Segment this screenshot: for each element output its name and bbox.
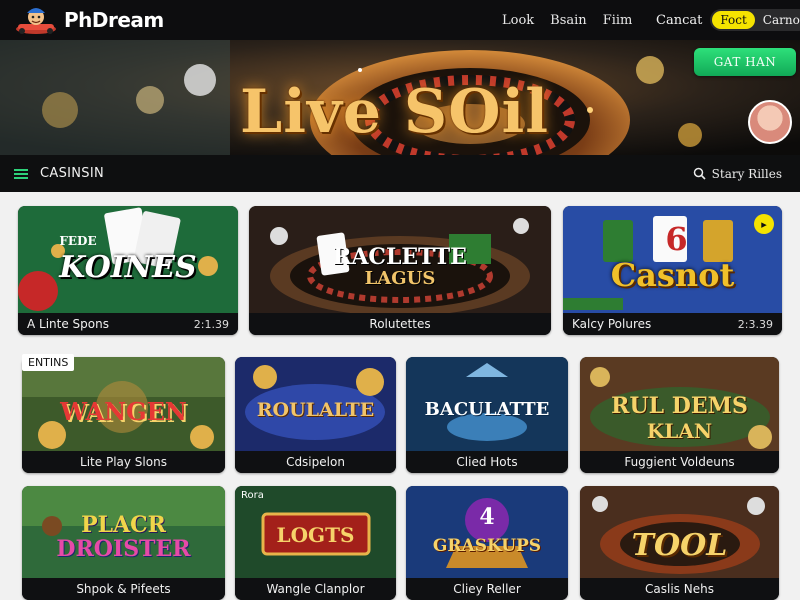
card-title: Wangle Clanplor xyxy=(266,582,365,596)
card-art-image xyxy=(406,486,568,578)
card-caption: Caslis Nehs xyxy=(580,578,779,600)
mascot-logo-icon xyxy=(16,8,56,34)
card-caption: Lite Play Slons xyxy=(22,451,225,473)
card-time: 2:3.39 xyxy=(737,317,773,331)
play-arrow-icon[interactable]: ▸ xyxy=(754,214,774,234)
card-caption: Cliey Reller xyxy=(406,578,568,600)
card-title: A Linte Spons xyxy=(27,317,109,331)
game-card[interactable]: BACULATTE Clied Hots xyxy=(406,357,568,473)
card-title: Caslis Nehs xyxy=(645,582,714,596)
search-icon xyxy=(693,167,706,180)
nav-link-fiim[interactable]: Fiim xyxy=(603,13,633,28)
hero-banner: Live SOil GAT HAN xyxy=(0,40,800,155)
brand-name: PhDream xyxy=(64,8,164,32)
card-art-title: TOOL xyxy=(631,528,728,563)
search-label: Stary Rilles xyxy=(711,166,782,181)
card-art-kicker: 4 xyxy=(479,504,495,530)
game-card[interactable]: Rora LOGTS Wangle Clanplor xyxy=(235,486,396,600)
card-caption: Cdsipelon xyxy=(235,451,396,473)
hero-title: Live SOil xyxy=(240,77,550,147)
user-avatar[interactable] xyxy=(748,100,792,144)
card-title: Kalcy Polures xyxy=(572,317,652,331)
category-bar: CASINSIN Stary Rilles xyxy=(0,155,800,192)
nav-actions: Cancat Foct Carno xyxy=(656,0,800,40)
search-control[interactable]: Stary Rilles xyxy=(693,155,782,192)
card-art-subtitle: DROISTER xyxy=(56,536,191,562)
contact-link[interactable]: Cancat xyxy=(656,13,702,28)
main-nav: Look Bsain Fiim xyxy=(502,0,632,40)
card-art-title: WANGEN xyxy=(60,397,187,426)
card-art-subtitle: LAGUS xyxy=(364,268,436,289)
card-art-title: GRASKUPS xyxy=(432,536,542,556)
card-caption: Wangle Clanplor xyxy=(235,578,396,600)
card-caption: A Linte Spons 2:1.39 xyxy=(18,313,238,335)
card-caption: Kalcy Polures 2:3.39 xyxy=(563,313,782,335)
game-card[interactable]: RACLETTE LAGUS Rolutettes xyxy=(249,206,551,335)
hero-cta-button[interactable]: GAT HAN xyxy=(694,48,796,76)
card-art-title: BACULATTE xyxy=(424,399,550,420)
card-caption: Clied Hots xyxy=(406,451,568,473)
game-card[interactable]: FEDE KOINES A Linte Spons 2:1.39 xyxy=(18,206,238,335)
card-caption: Shpok & Pifeets xyxy=(22,578,225,600)
card-title: Cdsipelon xyxy=(286,455,345,469)
game-card[interactable]: 6 Casnot ▸ Kalcy Polures 2:3.39 xyxy=(563,206,782,335)
game-card[interactable]: WANGEN Lite Play Slons xyxy=(22,357,225,473)
card-title: Clied Hots xyxy=(456,455,518,469)
card-title: Fuggient Voldeuns xyxy=(624,455,735,469)
card-title: Shpok & Pifeets xyxy=(76,582,171,596)
category-title: CASINSIN xyxy=(40,166,104,181)
game-card[interactable]: PLACR DROISTER Shpok & Pifeets xyxy=(22,486,225,600)
card-time: 2:1.39 xyxy=(193,317,229,331)
game-card[interactable]: TOOL Caslis Nehs xyxy=(580,486,779,600)
card-art-kicker: 6 xyxy=(665,220,688,258)
top-nav: PhDream Look Bsain Fiim Cancat Foct Carn… xyxy=(0,0,800,40)
card-art-title: Casnot xyxy=(610,256,735,294)
pill-primary-button[interactable]: Foct xyxy=(712,11,755,29)
card-art-title: PLACR xyxy=(81,512,166,538)
card-title: Lite Play Slons xyxy=(80,455,167,469)
game-card[interactable]: 4 GRASKUPS Cliey Reller xyxy=(406,486,568,600)
card-art-title: RUL DEMS xyxy=(611,393,748,419)
pill-secondary-button[interactable]: Carno xyxy=(755,11,800,29)
game-card[interactable]: RUL DEMS KLAN Fuggient Voldeuns xyxy=(580,357,779,473)
toggle-group: Foct Carno xyxy=(710,9,800,31)
card-caption: Rolutettes xyxy=(249,313,551,335)
card-title: Rolutettes xyxy=(369,317,431,331)
game-card[interactable]: ROULALTE Cdsipelon xyxy=(235,357,396,473)
card-caption: Fuggient Voldeuns xyxy=(580,451,779,473)
menu-icon[interactable] xyxy=(14,168,28,179)
card-art-title: LOGTS xyxy=(276,523,355,547)
card-art-subtitle: KLAN xyxy=(646,419,713,443)
card-art-kicker: FEDE xyxy=(59,234,97,248)
card-art-title: ROULALTE xyxy=(256,399,375,421)
brand-logo[interactable]: PhDream xyxy=(14,5,164,35)
section-label: ENTINS xyxy=(22,354,75,371)
card-title: Cliey Reller xyxy=(453,582,521,596)
nav-link-look[interactable]: Look xyxy=(502,13,534,28)
nav-link-bsain[interactable]: Bsain xyxy=(550,13,587,28)
card-tag: Rora xyxy=(241,490,264,501)
card-art-title: KOINES xyxy=(59,250,197,285)
card-art-title: RACLETTE xyxy=(333,244,467,270)
